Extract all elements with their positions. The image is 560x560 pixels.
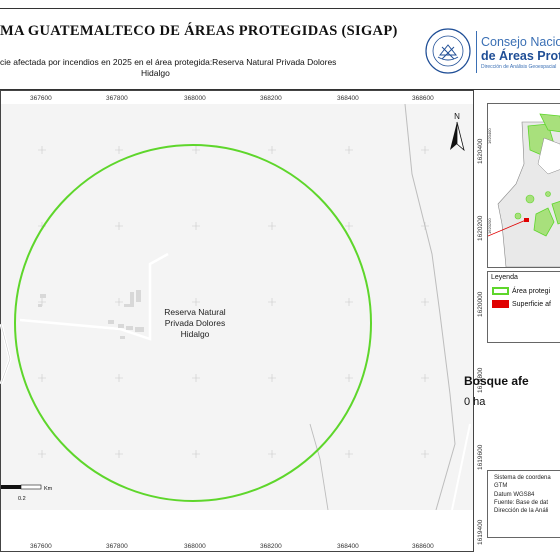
area-label-2: Privada Dolores [165, 318, 225, 328]
system-line: Datum WGS84 [494, 491, 535, 498]
page-subtitle-line2: Hidalgo [141, 68, 170, 78]
forest-affected-panel: Bosque afe 0 ha [464, 374, 560, 408]
x-tick-bottom: 368600 [412, 543, 434, 550]
x-tick-bottom: 367800 [106, 543, 128, 550]
scale-value: 0.2 [18, 496, 26, 502]
y-tick-right: 1620400 [477, 138, 484, 164]
x-tick-bottom: 368400 [337, 543, 359, 550]
map-layout: MA GUATEMALTECO DE ÁREAS PROTEGIDAS (SIG… [0, 0, 560, 560]
legend-label: Superficie af [512, 300, 551, 308]
x-tick-top: 368600 [412, 95, 434, 102]
y-tick-right: 1620200 [477, 215, 484, 241]
legend: Leyenda Área protegi Superficie af [487, 271, 560, 343]
y-tick-right: 1619400 [477, 519, 484, 545]
system-line: Sistema de coordena [494, 475, 551, 481]
scale-unit: Km [44, 486, 53, 492]
x-tick-bottom: 368000 [184, 543, 206, 550]
x-tick-bottom: 368200 [260, 543, 282, 550]
legend-item-affected: Superficie af [492, 300, 551, 308]
system-line: GTM [494, 483, 508, 490]
page-subtitle: cie afectada por incendios en 2025 en el… [0, 57, 337, 67]
logo-text-consejo: Consejo Nacional [481, 35, 560, 49]
x-tick-bottom: 367600 [30, 543, 52, 550]
y-tick-right: 1620000 [477, 291, 484, 317]
inset-map: 1620400 1620200 [487, 103, 560, 268]
logo-separator [476, 31, 477, 73]
x-tick-top: 367800 [106, 95, 128, 102]
legend-swatch-affected [492, 300, 509, 308]
legend-label: Área protegi [512, 287, 551, 295]
x-tick-top: 368200 [260, 95, 282, 102]
area-label-3: Hidalgo [181, 329, 210, 339]
logo-text-direccion: Dirección de Análisis Geoespacial [481, 64, 557, 70]
forest-affected-value: 0 ha [464, 396, 486, 408]
logo-text-areas: de Áreas Protegi [481, 49, 560, 63]
forest-affected-title: Bosque afe [464, 374, 529, 388]
y-tick-right: 1619600 [477, 444, 484, 470]
area-label-1: Reserva Natural [164, 307, 226, 317]
coordinate-system-box: Sistema de coordena GTM Datum WGS84 Fuen… [487, 470, 560, 538]
scale-bar [1, 484, 42, 490]
x-tick-top: 367600 [30, 95, 52, 102]
header: MA GUATEMALTECO DE ÁREAS PROTEGIDAS (SIG… [0, 8, 560, 90]
legend-swatch-protected [492, 287, 509, 295]
x-tick-top: 368000 [184, 95, 206, 102]
system-line: Dirección de la Análi [494, 508, 549, 515]
map-canvas: Reserva Natural Privada Dolores Hidalgo … [0, 104, 473, 510]
svg-text:1620400: 1620400 [488, 128, 492, 144]
guatemala-seal-icon [425, 28, 471, 74]
legend-title: Leyenda [491, 274, 518, 281]
svg-text:1620200: 1620200 [488, 218, 492, 234]
legend-item-protected: Área protegi [492, 287, 550, 295]
north-label: N [454, 112, 460, 121]
system-line: Fuente: Base de dat [494, 499, 549, 506]
page-title: MA GUATEMALTECO DE ÁREAS PROTEGIDAS (SIG… [0, 23, 398, 39]
x-tick-top: 368400 [337, 95, 359, 102]
